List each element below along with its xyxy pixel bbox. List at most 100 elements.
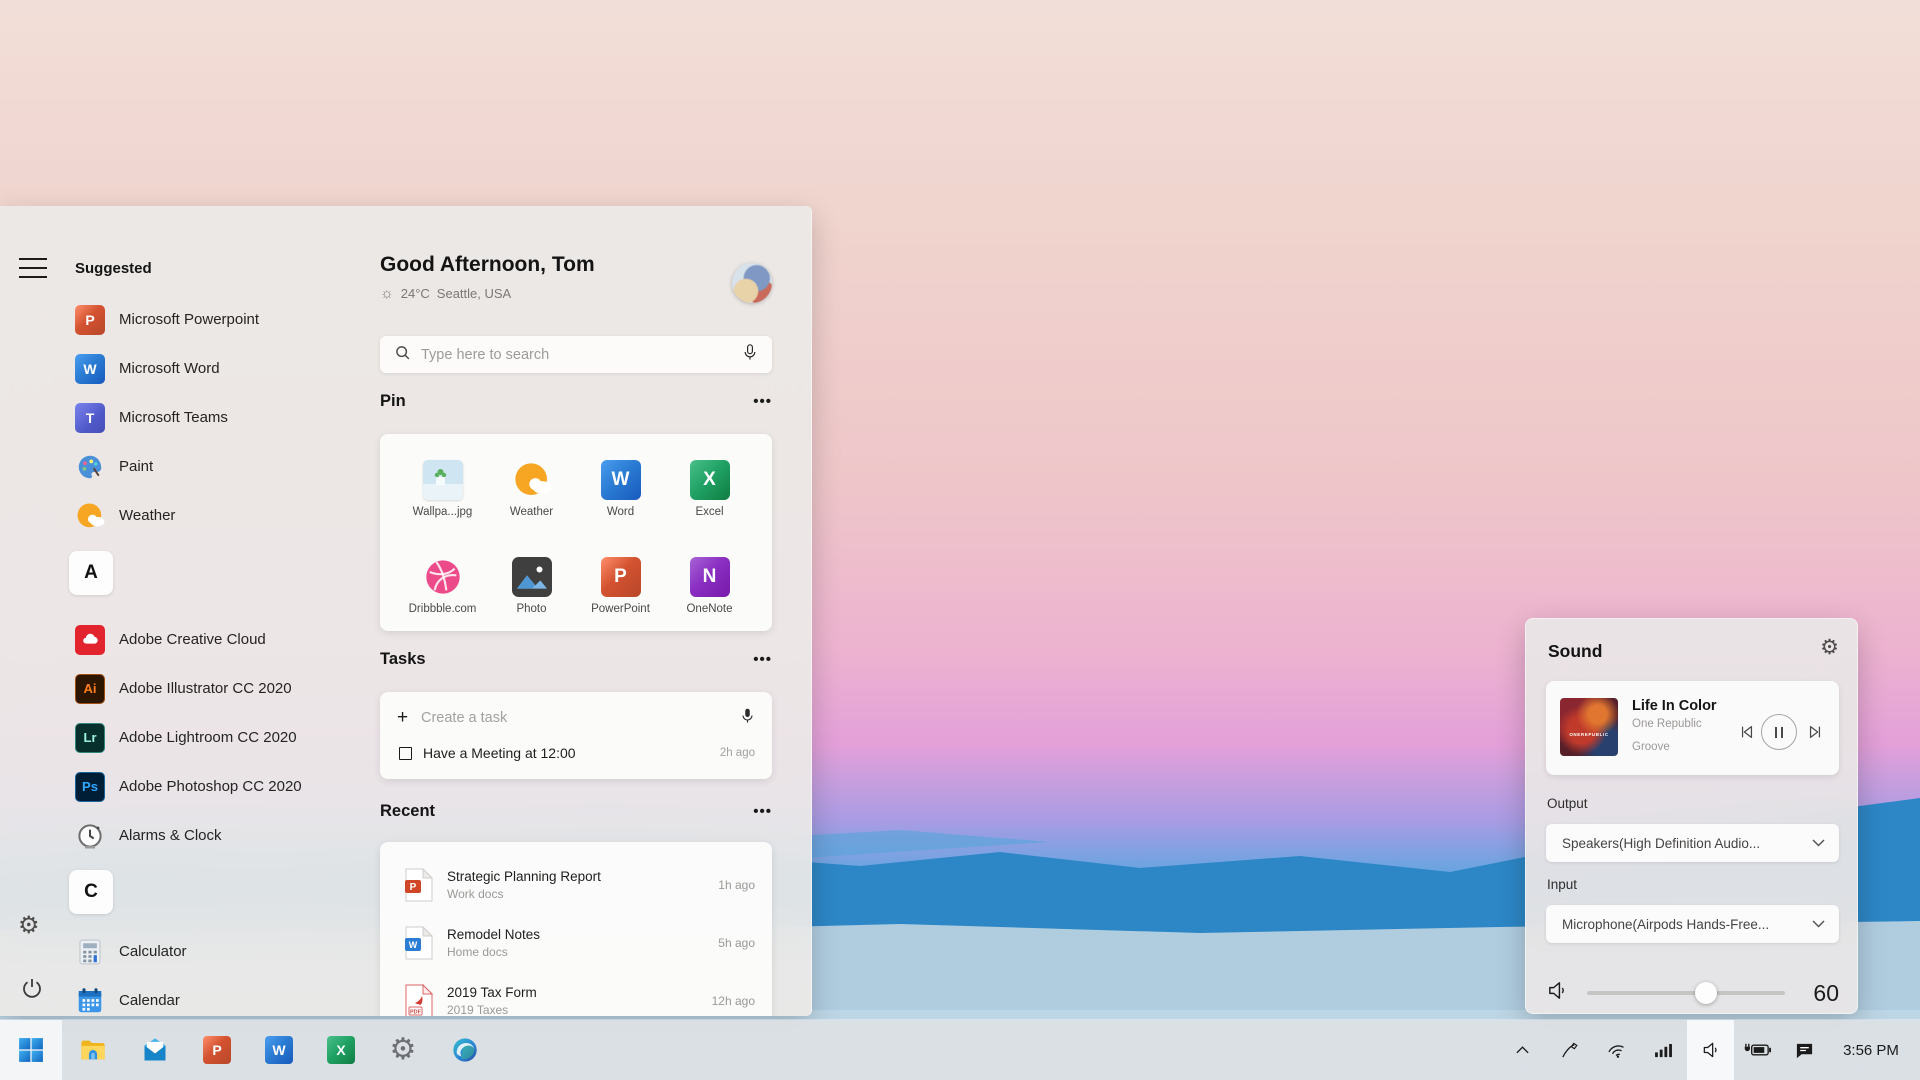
hamburger-menu-icon[interactable] (19, 258, 47, 278)
pin-tile-dribbble[interactable]: Dribbble.com (398, 557, 487, 632)
start-button[interactable] (0, 1020, 62, 1080)
next-track-icon[interactable] (1807, 724, 1823, 745)
tray-wifi[interactable] (1593, 1020, 1640, 1080)
pin-tile-wallpaper-jpg[interactable]: Wallpa...jpg (398, 460, 487, 535)
taskbar-mail[interactable] (124, 1020, 186, 1080)
create-task-row[interactable]: + (397, 705, 755, 731)
app-label: Adobe Photoshop CC 2020 (119, 778, 302, 795)
app-row-word[interactable]: W Microsoft Word (64, 344, 380, 393)
pin-tile-photo[interactable]: Photo (487, 556, 576, 632)
recent-item-row[interactable]: PDF 2019 Tax Form 2019 Taxes 12h ago (397, 972, 755, 1016)
start-menu-rail: ⚙ (0, 206, 64, 1016)
app-list: Suggested P Microsoft Powerpoint W Micro… (64, 206, 380, 1016)
tile-label: PowerPoint (591, 602, 650, 615)
recent-item-row[interactable]: P Strategic Planning Report Work docs 1h… (397, 856, 755, 914)
app-row-lightroom[interactable]: Lr Adobe Lightroom CC 2020 (64, 713, 380, 762)
photoshop-icon: Ps (75, 771, 105, 802)
tasks-card: + Have a Meeting at 12:00 2h ago (380, 692, 772, 779)
wifi-icon (1608, 1044, 1624, 1058)
pin-tile-powerpoint[interactable]: P PowerPoint (576, 556, 665, 632)
taskbar-settings[interactable]: ⚙ (372, 1020, 434, 1080)
previous-track-icon[interactable] (1739, 724, 1755, 745)
powerpoint-icon: P (600, 556, 641, 597)
task-time: 2h ago (719, 747, 755, 759)
input-device-select[interactable]: Microphone(Airpods Hands-Free... (1546, 905, 1839, 943)
sound-settings-gear-icon[interactable]: ⚙ (1820, 637, 1839, 658)
app-row-creative-cloud[interactable]: Adobe Creative Cloud (64, 615, 380, 664)
pin-section-header: Pin ••• (380, 392, 772, 411)
app-row-teams[interactable]: T Microsoft Teams (64, 393, 380, 442)
recent-item-title: Remodel Notes (447, 927, 541, 942)
tasks-section-header: Tasks ••• (380, 650, 772, 669)
app-row-weather[interactable]: Weather (64, 491, 380, 540)
pin-more-button[interactable]: ••• (753, 394, 772, 409)
tray-notifications[interactable] (1781, 1020, 1828, 1080)
pin-tile-onenote[interactable]: N OneNote (665, 556, 754, 632)
svg-text:W: W (409, 940, 418, 950)
app-row-calculator[interactable]: Calculator (64, 927, 380, 976)
search-bar[interactable] (380, 336, 772, 373)
speaker-icon[interactable] (1546, 979, 1569, 1007)
word-icon: W (600, 460, 641, 500)
tile-label: Wallpa...jpg (412, 506, 473, 518)
tile-label: OneNote (686, 602, 733, 615)
tasks-more-button[interactable]: ••• (753, 652, 772, 667)
app-row-paint[interactable]: Paint (64, 442, 380, 491)
chevron-down-icon (1812, 834, 1825, 852)
powerpoint-file-icon: P (405, 868, 433, 902)
app-row-alarms-clock[interactable]: Alarms & Clock (64, 811, 380, 860)
start-menu-panel: ⚙ Suggested P Microsoft Powerpoint W Mic… (0, 206, 812, 1016)
weather-icon (512, 460, 552, 500)
mail-icon (144, 1038, 166, 1061)
pin-tile-weather[interactable]: Weather (487, 460, 576, 535)
microphone-icon[interactable] (742, 343, 758, 366)
pdf-file-icon: PDF (405, 984, 433, 1016)
tray-pen[interactable] (1546, 1020, 1593, 1080)
tasks-title: Tasks (380, 650, 426, 668)
task-checkbox[interactable] (399, 746, 412, 760)
tray-battery[interactable] (1734, 1020, 1781, 1080)
taskbar-word[interactable]: W (248, 1020, 310, 1080)
pin-tile-word[interactable]: W Word (576, 460, 665, 535)
avatar[interactable] (732, 263, 772, 303)
settings-gear-icon[interactable]: ⚙ (18, 914, 40, 938)
output-device-select[interactable]: Speakers(High Definition Audio... (1546, 824, 1839, 862)
taskbar-edge[interactable] (434, 1020, 496, 1080)
section-letter-a[interactable]: A (69, 551, 113, 595)
app-row-calendar[interactable]: Calendar (64, 976, 380, 1016)
app-label: Microsoft Powerpoint (119, 311, 260, 328)
app-label: Alarms & Clock (119, 827, 222, 844)
search-input[interactable] (421, 346, 732, 363)
notification-icon (1796, 1043, 1813, 1058)
app-label: Adobe Illustrator CC 2020 (119, 680, 292, 697)
sound-flyout: Sound ⚙ ONEREPUBLIC Life In Color One Re… (1525, 618, 1858, 1014)
tray-cellular-signal[interactable] (1640, 1020, 1687, 1080)
powerpoint-icon: P (75, 304, 105, 335)
recent-item-row[interactable]: W Remodel Notes Home docs 5h ago (397, 914, 755, 972)
microphone-icon[interactable] (740, 707, 755, 729)
section-letter-c[interactable]: C (69, 870, 113, 914)
word-icon: W (265, 1036, 293, 1064)
app-row-photoshop[interactable]: Ps Adobe Photoshop CC 2020 (64, 762, 380, 811)
recent-item-time: 5h ago (718, 936, 755, 950)
tray-expand-button[interactable] (1499, 1020, 1546, 1080)
tray-volume[interactable] (1687, 1020, 1734, 1080)
recent-more-button[interactable]: ••• (753, 804, 772, 819)
pause-button[interactable] (1761, 714, 1797, 750)
app-row-illustrator[interactable]: Ai Adobe Illustrator CC 2020 (64, 664, 380, 713)
volume-row: 60 (1546, 971, 1839, 1015)
taskbar-clock[interactable]: 3:56 PM (1828, 1020, 1920, 1080)
taskbar-excel[interactable]: X (310, 1020, 372, 1080)
svg-text:P: P (410, 882, 417, 893)
taskbar-file-explorer[interactable] (62, 1020, 124, 1080)
taskbar-powerpoint[interactable]: P (186, 1020, 248, 1080)
power-icon[interactable] (20, 976, 44, 1005)
pin-tile-excel[interactable]: X Excel (665, 460, 754, 535)
volume-slider[interactable] (1587, 982, 1785, 1004)
volume-slider-thumb[interactable] (1694, 982, 1717, 1004)
app-row-powerpoint[interactable]: P Microsoft Powerpoint (64, 295, 380, 344)
greeting-text: Good Afternoon, Tom (380, 253, 595, 276)
create-task-input[interactable] (421, 710, 740, 726)
sun-icon: ☼ (380, 285, 394, 302)
task-item-row[interactable]: Have a Meeting at 12:00 2h ago (397, 740, 755, 766)
